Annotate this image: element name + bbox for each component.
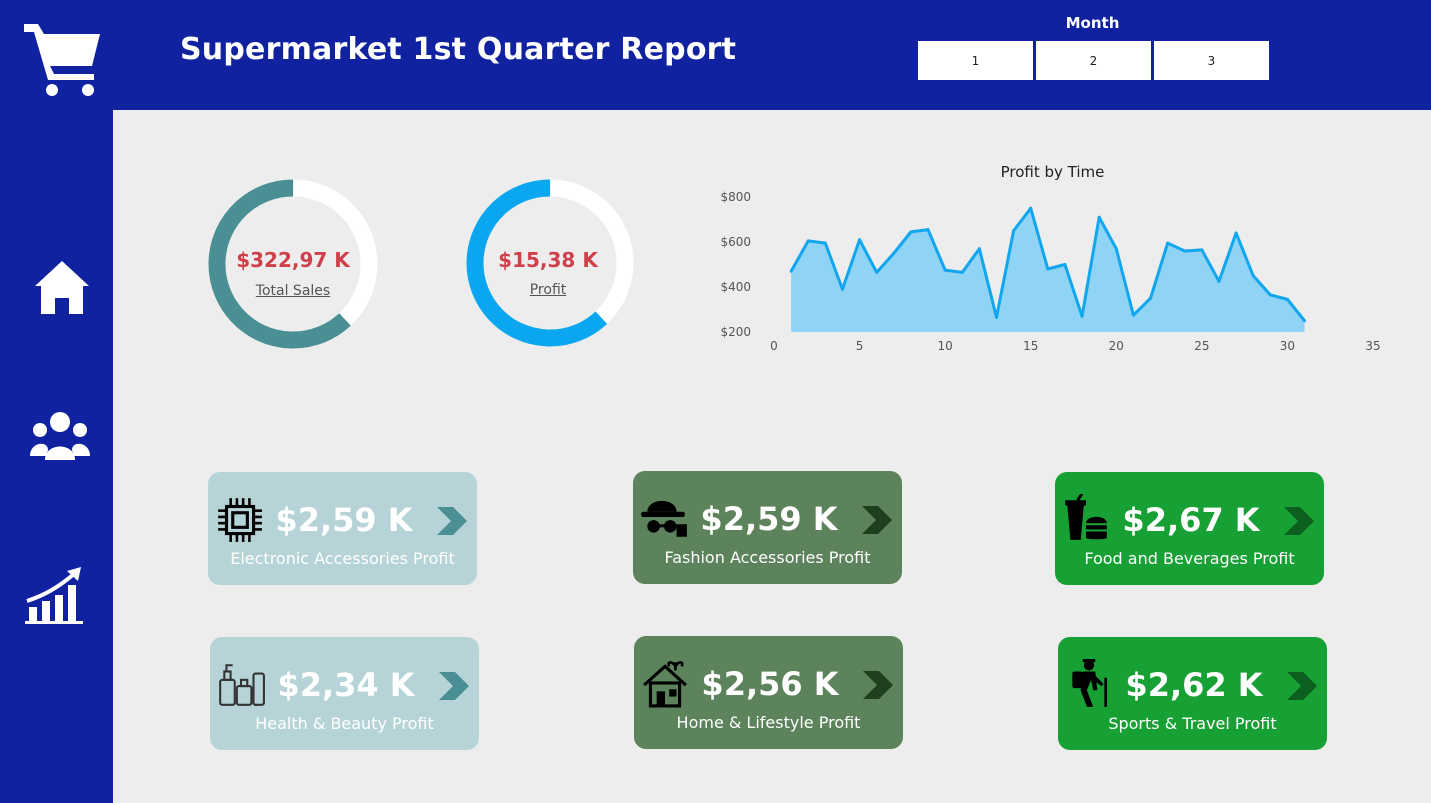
sidebar xyxy=(0,0,113,803)
card-label: Sports & Travel Profit xyxy=(1108,714,1277,733)
chart-growth-icon[interactable] xyxy=(25,565,85,625)
profit-value: $15,38 K xyxy=(498,248,598,272)
card-value: $2,59 K xyxy=(700,500,838,538)
y-tick-label: $800 xyxy=(720,190,751,204)
card-value: $2,67 K xyxy=(1122,501,1260,539)
cart-icon[interactable] xyxy=(22,20,102,98)
category-card[interactable]: $2,67 K Food and Beverages Profit xyxy=(1055,472,1324,585)
food-drink-icon xyxy=(1065,494,1107,540)
users-icon[interactable] xyxy=(30,410,90,462)
home-icon[interactable] xyxy=(33,258,91,316)
data-point[interactable] xyxy=(823,241,827,245)
y-tick-label: $600 xyxy=(720,235,751,249)
category-card[interactable]: $2,56 K Home & Lifestyle Profit xyxy=(634,636,903,749)
x-tick-label: 0 xyxy=(770,339,778,353)
card-value: $2,62 K xyxy=(1125,666,1263,704)
x-tick-label: 30 xyxy=(1280,339,1295,353)
card-label: Home & Lifestyle Profit xyxy=(676,713,861,732)
data-point[interactable] xyxy=(1217,279,1221,283)
chevron-right-icon[interactable] xyxy=(1285,670,1319,702)
category-card[interactable]: $2,59 K Fashion Accessories Profit xyxy=(633,471,902,584)
x-tick-label: 10 xyxy=(938,339,953,353)
data-point[interactable] xyxy=(1114,247,1118,251)
total-sales-label[interactable]: Total Sales xyxy=(208,283,378,299)
month-filter-label: Month xyxy=(1065,14,1120,32)
data-point[interactable] xyxy=(789,269,793,273)
y-tick-label: $200 xyxy=(720,325,751,339)
data-point[interactable] xyxy=(1268,293,1272,297)
x-tick-label: 25 xyxy=(1194,339,1209,353)
cosmetics-icon xyxy=(219,664,265,706)
data-point[interactable] xyxy=(1097,215,1101,219)
data-point[interactable] xyxy=(1303,319,1307,323)
card-value: $2,59 K xyxy=(275,501,413,539)
data-point[interactable] xyxy=(1183,249,1187,253)
profit-label[interactable]: Profit xyxy=(463,282,633,298)
data-point[interactable] xyxy=(1251,274,1255,278)
data-point[interactable] xyxy=(960,270,964,274)
data-point[interactable] xyxy=(1063,263,1067,266)
data-point[interactable] xyxy=(994,315,998,319)
chevron-right-icon[interactable] xyxy=(437,670,471,702)
data-point[interactable] xyxy=(926,228,930,232)
data-point[interactable] xyxy=(977,247,981,251)
card-label: Health & Beauty Profit xyxy=(255,714,434,733)
chevron-right-icon[interactable] xyxy=(861,669,895,701)
data-point[interactable] xyxy=(858,238,862,242)
month-option-1[interactable]: 1 xyxy=(918,41,1033,80)
data-point[interactable] xyxy=(875,270,879,274)
category-card[interactable]: $2,59 K Electronic Accessories Profit xyxy=(208,472,477,585)
data-point[interactable] xyxy=(1285,297,1289,301)
data-point[interactable] xyxy=(1012,229,1016,233)
card-value: $2,56 K xyxy=(701,665,839,703)
x-tick-label: 20 xyxy=(1109,339,1124,353)
card-value: $2,34 K xyxy=(277,666,415,704)
chevron-right-icon[interactable] xyxy=(860,504,894,536)
chip-icon xyxy=(218,498,262,542)
chevron-right-icon[interactable] xyxy=(1282,505,1316,537)
x-tick-label: 35 xyxy=(1365,339,1380,353)
chevron-right-icon[interactable] xyxy=(435,505,469,537)
data-point[interactable] xyxy=(1046,267,1050,271)
data-point[interactable] xyxy=(943,268,947,272)
chart-title: Profit by Time xyxy=(1000,163,1105,181)
data-point[interactable] xyxy=(1149,296,1153,300)
house-plant-icon xyxy=(643,661,687,708)
x-tick-label: 5 xyxy=(856,339,864,353)
hiker-icon xyxy=(1072,659,1107,707)
data-point[interactable] xyxy=(1166,241,1170,245)
category-card[interactable]: $2,34 K Health & Beauty Profit xyxy=(210,637,479,750)
profit-by-time-chart: $200 $400 $600 $800 0 5 10 15 20 25 30 35 xyxy=(720,190,1380,353)
month-option-3[interactable]: 3 xyxy=(1154,41,1269,80)
data-point[interactable] xyxy=(1200,248,1204,252)
fashion-hat-icon xyxy=(641,500,687,537)
total-sales-value: $322,97 K xyxy=(236,248,350,272)
data-point[interactable] xyxy=(806,239,810,243)
data-point[interactable] xyxy=(1234,231,1238,235)
y-tick-label: $400 xyxy=(720,280,751,294)
data-point[interactable] xyxy=(1131,313,1135,317)
card-label: Electronic Accessories Profit xyxy=(230,549,455,568)
data-point[interactable] xyxy=(1080,314,1084,318)
data-point[interactable] xyxy=(840,287,844,291)
category-card[interactable]: $2,62 K Sports & Travel Profit xyxy=(1058,637,1327,750)
data-point[interactable] xyxy=(1029,206,1033,210)
month-option-2[interactable]: 2 xyxy=(1036,41,1151,80)
data-point[interactable] xyxy=(909,230,913,234)
data-point[interactable] xyxy=(892,251,896,255)
x-tick-label: 15 xyxy=(1023,339,1038,353)
card-label: Fashion Accessories Profit xyxy=(664,548,871,567)
page-title: Supermarket 1st Quarter Report xyxy=(180,32,737,67)
card-label: Food and Beverages Profit xyxy=(1084,549,1295,568)
